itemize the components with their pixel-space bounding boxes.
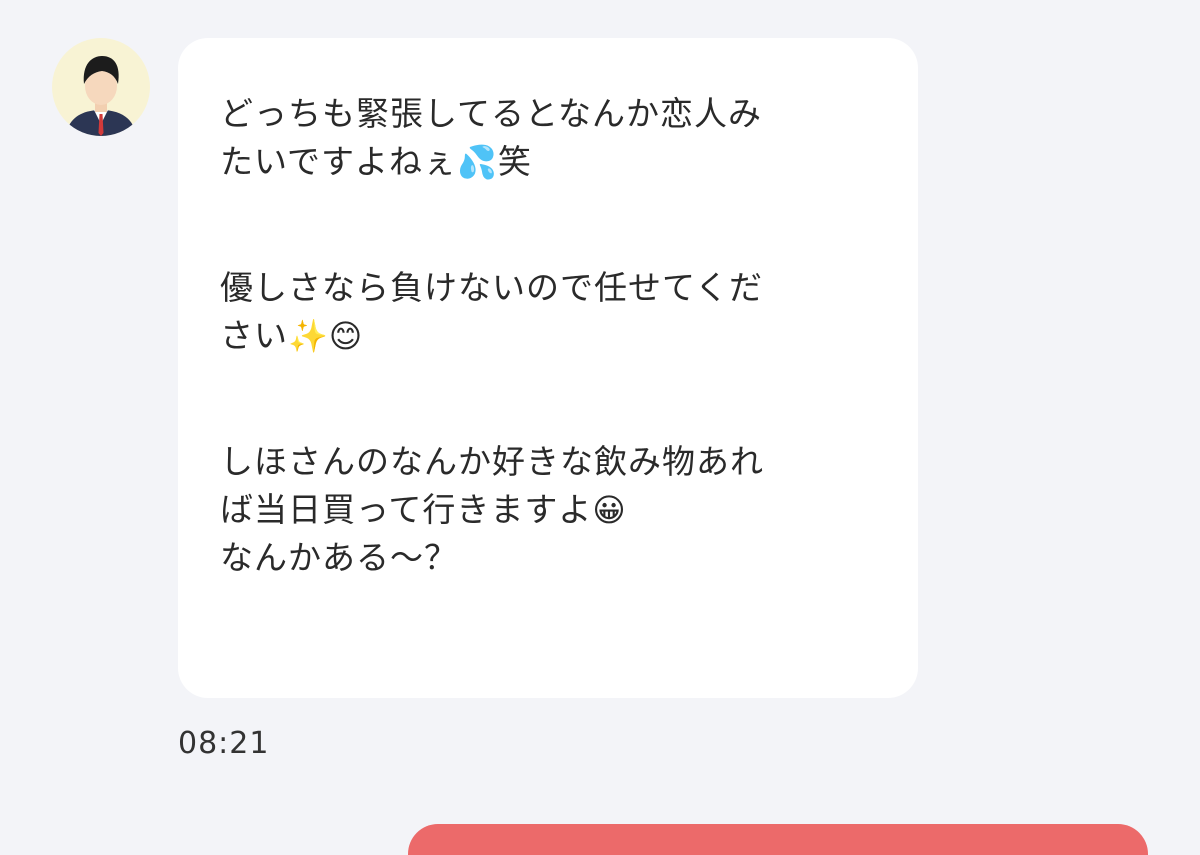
message-line: 優しさなら負けないので任せてくだ	[220, 264, 878, 312]
message-text: しほさんのなんか好きな飲み物あれ	[220, 442, 764, 481]
sparkles-emoji-icon: ✨	[288, 317, 329, 355]
message-line: たいですよねぇ💦笑	[220, 138, 878, 186]
message-text: 優しさなら負けないので任せてくだ	[220, 268, 764, 307]
incoming-message-bubble[interactable]: どっちも緊張してるとなんか恋人み たいですよねぇ💦笑 優しさなら負けないので任せ…	[178, 38, 918, 698]
smiling-face-emoji-icon: 😊	[328, 317, 364, 355]
sweat-droplets-emoji-icon: 💦	[457, 143, 498, 181]
sender-avatar[interactable]	[52, 38, 150, 136]
message-line: なんかある～？	[220, 534, 878, 582]
message-line: ば当日買って行きますよ😀	[220, 486, 878, 534]
message-text: なんかある～？	[220, 538, 458, 577]
message-text: ば当日買って行きますよ	[220, 490, 593, 529]
grinning-face-emoji-icon: 😀	[592, 491, 627, 529]
message-text: どっちも緊張してるとなんか恋人み	[220, 94, 763, 133]
message-line: しほさんのなんか好きな飲み物あれ	[220, 438, 878, 486]
outgoing-message-bubble[interactable]	[408, 824, 1148, 855]
message-text: たいですよねぇ	[220, 142, 458, 181]
message-text: 笑	[497, 142, 532, 181]
person-avatar-icon	[66, 56, 136, 136]
message-line: どっちも緊張してるとなんか恋人み	[220, 90, 878, 138]
message-line: さい✨😊	[220, 312, 878, 360]
chat-screen: どっちも緊張してるとなんか恋人み たいですよねぇ💦笑 優しさなら負けないので任せ…	[0, 0, 1200, 855]
message-timestamp: 08:21	[178, 726, 270, 761]
message-text: さい	[220, 316, 288, 355]
